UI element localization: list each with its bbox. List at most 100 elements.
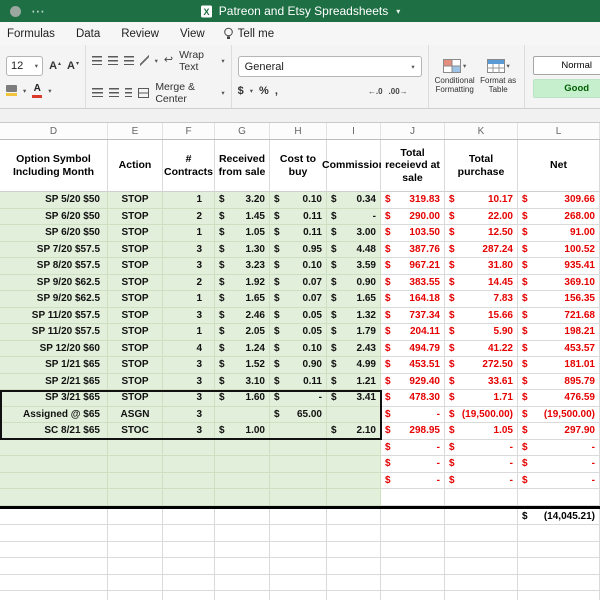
cell[interactable] (381, 489, 445, 506)
cell[interactable] (163, 489, 215, 506)
cell[interactable]: STOP (108, 357, 163, 374)
cell[interactable] (327, 439, 381, 456)
cell[interactable] (215, 591, 270, 600)
cell[interactable]: 2 (163, 274, 215, 291)
cell[interactable] (327, 508, 381, 525)
cell[interactable] (445, 508, 518, 525)
cell[interactable] (108, 472, 163, 489)
wrap-text-button[interactable]: Wrap Text (179, 49, 215, 73)
cell[interactable]: $22.00 (445, 208, 518, 225)
decrease-decimal-icon[interactable]: ←.0 (368, 87, 383, 96)
align-top-icon[interactable] (92, 56, 103, 65)
tab-view[interactable]: View (177, 26, 208, 42)
cell[interactable]: $2.05 (215, 324, 270, 341)
cell[interactable]: 2 (163, 208, 215, 225)
cell[interactable]: 3 (163, 423, 215, 440)
cell[interactable]: $1.05 (445, 423, 518, 440)
cell[interactable]: $ - (270, 390, 327, 407)
cell[interactable]: 3 (163, 406, 215, 423)
fill-color-icon[interactable] (6, 85, 17, 96)
cell[interactable]: $1.92 (215, 274, 270, 291)
cell[interactable]: $156.35 (518, 291, 600, 308)
cell[interactable]: $0.05 (270, 324, 327, 341)
cell[interactable]: $478.30 (381, 390, 445, 407)
cell[interactable] (215, 472, 270, 489)
cell[interactable] (108, 574, 163, 591)
cell[interactable]: $15.66 (445, 307, 518, 324)
cell[interactable]: $494.79 (381, 340, 445, 357)
cell[interactable]: $1.52 (215, 357, 270, 374)
column-letter[interactable]: D (0, 123, 108, 139)
cell[interactable]: $0.07 (270, 274, 327, 291)
cell[interactable]: $0.10 (270, 340, 327, 357)
cell[interactable] (445, 541, 518, 558)
cell[interactable]: 1 (163, 324, 215, 341)
cell[interactable] (270, 558, 327, 575)
conditional-formatting-button[interactable]: ▾ Conditional Formatting (435, 58, 475, 94)
cell[interactable] (163, 574, 215, 591)
cell[interactable] (108, 439, 163, 456)
cell[interactable] (327, 558, 381, 575)
cell[interactable]: $721.68 (518, 307, 600, 324)
cell[interactable] (108, 558, 163, 575)
orientation-icon[interactable] (140, 55, 149, 66)
cell[interactable] (270, 508, 327, 525)
cell[interactable] (215, 541, 270, 558)
cell[interactable]: 3 (163, 241, 215, 258)
cell[interactable]: $1.65 (327, 291, 381, 308)
cell[interactable] (0, 439, 108, 456)
cell[interactable] (215, 525, 270, 542)
decrease-font-icon[interactable]: A ▾ (67, 60, 79, 72)
cell[interactable]: STOP (108, 192, 163, 209)
cell[interactable]: $ - (445, 472, 518, 489)
cell[interactable] (381, 525, 445, 542)
cell[interactable]: SP 9/20 $62.5 (0, 291, 108, 308)
cell-style-good[interactable]: Good (532, 78, 600, 98)
cell[interactable] (518, 591, 600, 600)
column-header-cell[interactable]: Total purchase (445, 140, 518, 192)
cell[interactable] (0, 574, 108, 591)
cell[interactable] (518, 558, 600, 575)
cell[interactable]: $1.24 (215, 340, 270, 357)
cell[interactable]: $204.11 (381, 324, 445, 341)
cell[interactable] (327, 541, 381, 558)
cell[interactable]: $103.50 (381, 225, 445, 242)
cell[interactable] (215, 558, 270, 575)
cell[interactable]: $476.59 (518, 390, 600, 407)
cell[interactable] (0, 525, 108, 542)
cell[interactable] (0, 489, 108, 506)
cell[interactable]: SC 8/21 $65 (0, 423, 108, 440)
cell[interactable]: $ - (445, 439, 518, 456)
cell[interactable] (0, 558, 108, 575)
cell[interactable] (270, 525, 327, 542)
column-header-cell[interactable]: # Contracts (163, 140, 215, 192)
cell[interactable]: $0.11 (270, 208, 327, 225)
cell[interactable]: $290.00 (381, 208, 445, 225)
cell[interactable]: $198.21 (518, 324, 600, 341)
cell[interactable]: $935.41 (518, 258, 600, 275)
align-bottom-icon[interactable] (124, 56, 135, 65)
cell[interactable] (327, 591, 381, 600)
cell[interactable]: $ - (381, 439, 445, 456)
cell[interactable]: $1.65 (215, 291, 270, 308)
cell[interactable] (163, 456, 215, 473)
cell[interactable]: $ - (518, 439, 600, 456)
cell[interactable] (108, 508, 163, 525)
cell[interactable] (445, 489, 518, 506)
cell[interactable]: $0.11 (270, 225, 327, 242)
cell[interactable] (381, 508, 445, 525)
cell[interactable]: $4.99 (327, 357, 381, 374)
cell[interactable]: $3.10 (215, 373, 270, 390)
align-right-icon[interactable] (125, 88, 133, 97)
cell[interactable]: $298.95 (381, 423, 445, 440)
column-letter[interactable]: L (518, 123, 600, 139)
cell[interactable]: $14.45 (445, 274, 518, 291)
cell[interactable]: SP 6/20 $50 (0, 225, 108, 242)
cell[interactable]: 3 (163, 373, 215, 390)
cell[interactable]: SP 2/21 $65 (0, 373, 108, 390)
cell[interactable] (327, 525, 381, 542)
align-center-icon[interactable] (108, 88, 120, 97)
cell[interactable] (270, 591, 327, 600)
title-caret-icon[interactable]: ▾ (396, 7, 400, 16)
cell[interactable]: $3.59 (327, 258, 381, 275)
